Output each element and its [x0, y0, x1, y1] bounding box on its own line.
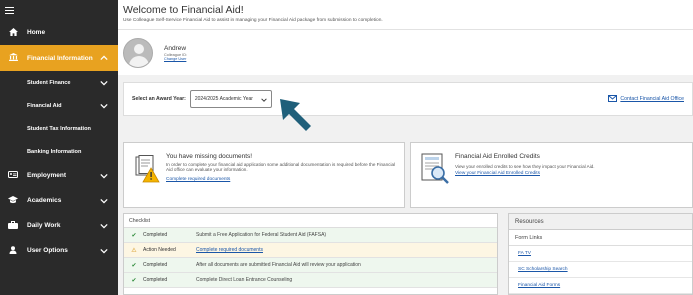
- sub-item-student-tax-information[interactable]: Student Tax Information: [0, 117, 118, 140]
- chevron-down-icon[interactable]: [100, 172, 108, 180]
- page-subtitle: Use Colleague Self-Service Financial Aid…: [123, 18, 383, 23]
- enrolled-credits-title: Financial Aid Enrolled Credits: [455, 153, 540, 160]
- missing-documents-card: You have missing documents! In order to …: [123, 142, 405, 208]
- page-title: Welcome to Financial Aid!: [123, 4, 244, 16]
- resource-link-fa-tv[interactable]: FA TV: [509, 246, 692, 262]
- checklist-description: Complete Direct Loan Entrance Counseling: [196, 277, 293, 283]
- chevron-down-icon[interactable]: [100, 79, 108, 87]
- view-enrolled-credits-link[interactable]: View your Financial Aid Enrolled Credits: [455, 171, 687, 176]
- user-icon: [6, 245, 20, 256]
- briefcase-icon: [6, 220, 20, 231]
- user-info: Andrew Colleague ID: Change User: [164, 45, 187, 61]
- user-card: Andrew Colleague ID: Change User: [118, 29, 693, 75]
- sidebar: Home Financial Information Student Finan…: [0, 0, 118, 295]
- nav-item-home[interactable]: Home: [0, 20, 118, 45]
- sub-item-financial-aid[interactable]: Financial Aid: [0, 94, 118, 117]
- missing-documents-title: You have missing documents!: [166, 153, 253, 160]
- contact-financial-aid-label: Contact Financial Aid Office: [620, 95, 684, 102]
- chevron-down-icon[interactable]: [100, 197, 108, 205]
- checklist-row: ✔ Completed Submit a Free Application for…: [124, 228, 497, 243]
- sub-label-student-tax-information: Student Tax Information: [27, 125, 91, 132]
- nav-item-employment[interactable]: Employment: [0, 163, 118, 188]
- award-year-bar: Select an Award Year: 2024/2025 Academic…: [123, 82, 693, 116]
- check-icon: ✔: [131, 232, 137, 239]
- warning-icon: ⚠: [131, 247, 137, 254]
- bank-icon: [6, 53, 20, 63]
- nav-item-financial-information[interactable]: Financial Information: [0, 45, 118, 71]
- chevron-down-icon: [261, 98, 267, 102]
- main-content: Welcome to Financial Aid! Use Colleague …: [118, 0, 693, 295]
- sub-item-banking-information[interactable]: Banking Information: [0, 140, 118, 163]
- sub-label-financial-aid: Financial Aid: [27, 102, 62, 109]
- page-header: Welcome to Financial Aid! Use Colleague …: [118, 0, 693, 29]
- chevron-up-icon[interactable]: [100, 54, 108, 62]
- complete-required-documents-link[interactable]: Complete required documents: [166, 177, 398, 182]
- user-id-label: Colleague ID:: [164, 52, 188, 57]
- checklist-row: ⚠ Action Needed Complete required documen…: [124, 243, 497, 258]
- award-year-select[interactable]: 2024/2025 Academic Year: [189, 90, 272, 108]
- nav-item-user-options[interactable]: User Options: [0, 238, 118, 263]
- checklist-status: Completed: [143, 262, 168, 268]
- avatar: [123, 37, 153, 68]
- contact-financial-aid-link[interactable]: Contact Financial Aid Office: [608, 95, 684, 102]
- change-user-link[interactable]: Change User: [164, 57, 187, 61]
- hamburger-menu-icon[interactable]: [5, 6, 14, 14]
- enrolled-credits-card: Financial Aid Enrolled Credits View your…: [410, 142, 693, 208]
- nav-item-daily-work[interactable]: Daily Work: [0, 213, 118, 238]
- checklist-panel: Checklist ✔ Completed Submit a Free Appli…: [123, 213, 498, 295]
- resource-link-sc-scholarship-search[interactable]: SC Scholarship Search: [509, 262, 692, 278]
- nav-label-academics: Academics: [27, 197, 62, 204]
- nav-label-employment: Employment: [27, 172, 67, 179]
- checklist-row: ✔ Completed Complete Direct Loan Entrance…: [124, 273, 497, 288]
- magnifier-document-icon: [421, 153, 449, 184]
- check-icon: ✔: [131, 277, 137, 284]
- checklist-status: Completed: [143, 232, 168, 238]
- sub-label-banking-information: Banking Information: [27, 148, 82, 155]
- checklist-heading: Checklist: [124, 214, 497, 228]
- sidebar-top: [0, 0, 118, 20]
- checklist-description: After all documents are submitted Financ…: [196, 262, 361, 268]
- home-icon: [6, 27, 20, 38]
- user-name: Andrew: [164, 44, 187, 52]
- checklist-status: Action Needed: [143, 247, 176, 253]
- chevron-down-icon[interactable]: [100, 247, 108, 255]
- nav-label-user-options: User Options: [27, 247, 68, 254]
- missing-documents-text: In order to complete your financial aid …: [166, 162, 396, 173]
- pointer-arrow-icon: [280, 99, 311, 131]
- enrolled-credits-text: View your enrolled credits to see how th…: [455, 164, 595, 169]
- form-links-heading: Form Links: [509, 230, 692, 246]
- nav-item-academics[interactable]: Academics: [0, 188, 118, 213]
- checklist-description-link[interactable]: Complete required documents: [196, 247, 263, 253]
- resources-heading: Resources: [509, 214, 692, 230]
- id-card-icon: [6, 171, 20, 180]
- nav-label-home: Home: [27, 29, 46, 36]
- envelope-icon: [608, 95, 618, 102]
- graduation-cap-icon: [6, 195, 20, 206]
- nav-label-daily-work: Daily Work: [27, 222, 61, 229]
- nav-label-financial-information: Financial Information: [27, 54, 93, 62]
- checklist-row: ✔ Completed After all documents are submi…: [124, 258, 497, 273]
- resources-panel: Resources Form Links FA TV SC Scholarshi…: [508, 213, 693, 295]
- award-year-label: Select an Award Year:: [132, 96, 186, 102]
- chevron-down-icon[interactable]: [100, 222, 108, 230]
- sub-item-student-finance[interactable]: Student Finance: [0, 71, 118, 94]
- check-icon: ✔: [131, 262, 137, 269]
- checklist-status: Completed: [143, 277, 168, 283]
- chevron-down-icon[interactable]: [100, 102, 108, 110]
- document-warning-icon: [135, 155, 160, 183]
- resource-link-financial-aid-forms[interactable]: Financial Aid Forms: [509, 278, 692, 294]
- award-year-selected-value: 2024/2025 Academic Year: [194, 96, 253, 102]
- sub-label-student-finance: Student Finance: [27, 79, 71, 86]
- checklist-description: Submit a Free Application for Federal St…: [196, 232, 327, 238]
